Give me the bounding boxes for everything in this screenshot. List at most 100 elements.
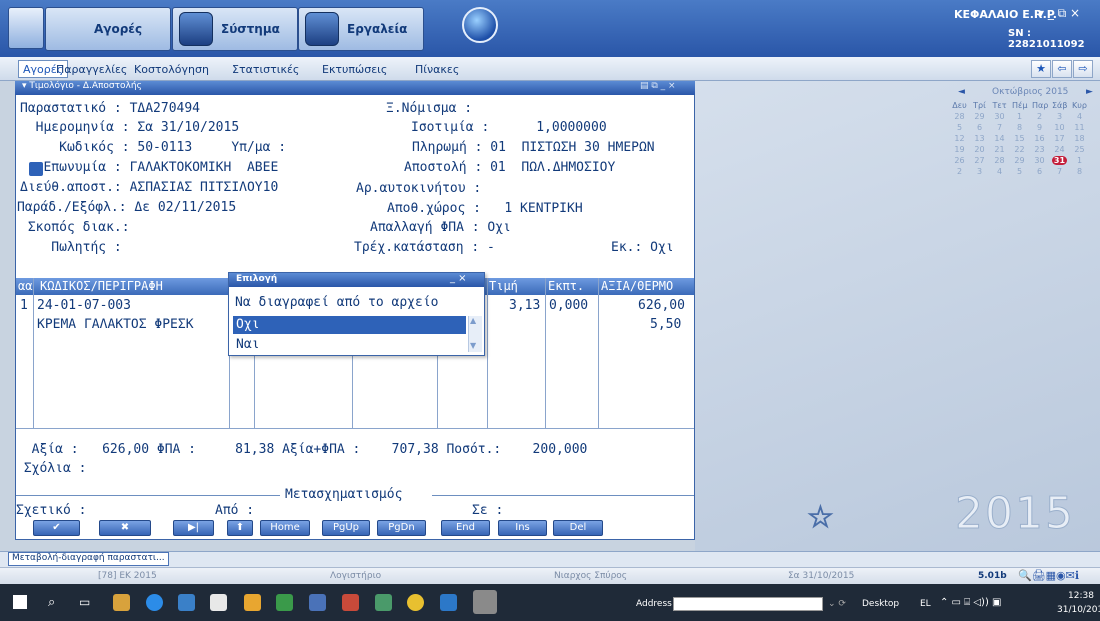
back-arrow-icon[interactable]: ⇦ — [1052, 60, 1072, 78]
kefalaio-app-icon[interactable] — [473, 590, 497, 614]
calendar-day[interactable]: 17 — [1052, 134, 1067, 143]
col-price: Τιμή — [489, 279, 518, 293]
end-key-button[interactable]: End — [441, 520, 490, 536]
calendar-day[interactable]: 30 — [992, 112, 1007, 121]
calendar-day[interactable]: 7 — [992, 123, 1007, 132]
calendar-day[interactable]: 26 — [952, 156, 967, 165]
calendar-day-today[interactable]: 31 — [1052, 156, 1067, 165]
menu-item-orders[interactable]: Παραγγελίες — [56, 63, 127, 76]
calendar-day[interactable]: 20 — [972, 145, 987, 154]
calendar-day[interactable]: 29 — [972, 112, 987, 121]
confirm-button[interactable]: ✔ — [33, 520, 80, 536]
calendar-day[interactable]: 11 — [1072, 123, 1087, 132]
address-dropdown-icon[interactable]: ⌄ ⟳ — [828, 599, 846, 609]
calendar-day[interactable]: 23 — [1032, 145, 1047, 154]
search-icon[interactable]: ⌕ — [48, 595, 55, 610]
calendar-day[interactable]: 4 — [992, 167, 1007, 176]
calendar-day[interactable]: 25 — [1072, 145, 1087, 154]
calendar-day[interactable]: 29 — [1012, 156, 1027, 165]
calendar-day[interactable]: 19 — [952, 145, 967, 154]
calendar-day[interactable]: 9 — [1032, 123, 1047, 132]
calendar-day[interactable]: 24 — [1052, 145, 1067, 154]
scroll-down-icon[interactable]: ▼ — [470, 341, 476, 350]
calendar-day[interactable]: 4 — [1072, 112, 1087, 121]
calendar-day[interactable]: 3 — [972, 167, 987, 176]
calendar-day[interactable]: 8 — [1012, 123, 1027, 132]
window-buttons[interactable]: ▤ ⧉ _ × — [640, 81, 676, 91]
menu-item-costing[interactable]: Κοστολόγηση — [134, 63, 209, 76]
excel-icon[interactable] — [276, 594, 293, 611]
calendar-day[interactable]: 8 — [1072, 167, 1087, 176]
calendar-day[interactable]: 12 — [952, 134, 967, 143]
task-view-icon[interactable]: ▭ — [79, 595, 90, 609]
mail-icon[interactable] — [440, 594, 457, 611]
line-description[interactable]: ΚΡΕΜΑ ΓΑΛΑΚΤΟΣ ΦΡΕΣΚ — [37, 317, 194, 332]
ins-key-button[interactable]: Ins — [498, 520, 547, 536]
calendar-day[interactable]: 1 — [1012, 112, 1027, 121]
windows-start-icon[interactable] — [13, 595, 27, 609]
app-icon[interactable] — [113, 594, 130, 611]
status-tab[interactable]: Μεταβολή-διαγραφή παραστατι... — [8, 552, 169, 566]
calendar-day[interactable]: 28 — [992, 156, 1007, 165]
calendar-day[interactable]: 5 — [1012, 167, 1027, 176]
calendar-day[interactable]: 21 — [992, 145, 1007, 154]
grid-line — [33, 278, 34, 428]
calendar-day[interactable]: 6 — [1032, 167, 1047, 176]
scroll-up-icon[interactable]: ▲ — [470, 316, 476, 325]
language-indicator[interactable]: EL — [920, 599, 931, 609]
calendar-day[interactable]: 2 — [952, 167, 967, 176]
calendar-day[interactable]: 16 — [1032, 134, 1047, 143]
calendar-day[interactable]: 13 — [972, 134, 987, 143]
system-toolbar-button[interactable]: Σύστημα — [172, 7, 298, 51]
calendar-day[interactable]: 27 — [972, 156, 987, 165]
calendar-day[interactable]: 7 — [1052, 167, 1067, 176]
purchases-toolbar-button[interactable]: Αγορές — [45, 7, 171, 51]
calendar-day[interactable]: 6 — [972, 123, 987, 132]
calendar-day[interactable]: 10 — [1052, 123, 1067, 132]
window-controls[interactable]: ▾ _ ⧉ × — [1038, 6, 1080, 21]
app-icon-2[interactable] — [375, 594, 392, 611]
up-button[interactable]: ⬆ — [227, 520, 253, 536]
home-key-button[interactable]: Home — [260, 520, 310, 536]
calendar-day[interactable]: 22 — [1012, 145, 1027, 154]
pgdn-key-button[interactable]: PgDn — [377, 520, 426, 536]
folder-icon[interactable] — [244, 594, 261, 611]
calendar-day[interactable]: 3 — [1052, 112, 1067, 121]
calendar-next-icon[interactable]: ► — [1086, 87, 1093, 97]
calendar-day[interactable]: 28 — [952, 112, 967, 121]
calendar-prev-icon[interactable]: ◄ — [958, 87, 965, 97]
menu-item-tables[interactable]: Πίνακες — [415, 63, 459, 76]
forward-arrow-icon[interactable]: ⇨ — [1073, 60, 1093, 78]
cancel-button[interactable]: ✖ — [99, 520, 151, 536]
address-input[interactable] — [673, 597, 823, 611]
calendar-day[interactable]: 1 — [1072, 156, 1087, 165]
desktop-toolbar-label[interactable]: Desktop — [862, 599, 899, 609]
tray-icons[interactable]: ⌃ ▭ ⌸ ◁)) ▣ — [940, 597, 1001, 608]
help-icon[interactable] — [462, 7, 498, 43]
chrome-icon[interactable] — [407, 594, 424, 611]
favorite-star-icon[interactable]: ★ — [1031, 60, 1051, 78]
choice-dialog-controls[interactable]: _ × — [450, 273, 467, 284]
menu-item-statistics[interactable]: Στατιστικές — [232, 63, 299, 76]
pgup-key-button[interactable]: PgUp — [322, 520, 370, 536]
calendar-app-icon[interactable] — [309, 594, 326, 611]
line-code[interactable]: 24-01-07-003 — [37, 298, 131, 313]
edge-icon[interactable] — [146, 594, 163, 611]
option-yes[interactable]: Ναι — [236, 337, 259, 352]
office-icon[interactable] — [342, 594, 359, 611]
del-key-button[interactable]: Del — [553, 520, 603, 536]
status-icons[interactable]: 🔍🖨▦◉✉ℹ — [1018, 569, 1079, 582]
calendar-day[interactable]: 15 — [1012, 134, 1027, 143]
store-icon[interactable] — [210, 594, 227, 611]
option-no[interactable]: Οχι — [236, 317, 259, 332]
star-icon[interactable]: ☆ — [807, 500, 835, 536]
calendar-day[interactable]: 14 — [992, 134, 1007, 143]
last-button[interactable]: ▶| — [173, 520, 214, 536]
calendar-day[interactable]: 5 — [952, 123, 967, 132]
desktop-icon[interactable] — [178, 594, 195, 611]
menu-item-prints[interactable]: Εκτυπώσεις — [322, 63, 387, 76]
calendar-day[interactable]: 18 — [1072, 134, 1087, 143]
tools-toolbar-button[interactable]: Εργαλεία — [298, 7, 424, 51]
calendar-day[interactable]: 30 — [1032, 156, 1047, 165]
calendar-day[interactable]: 2 — [1032, 112, 1047, 121]
